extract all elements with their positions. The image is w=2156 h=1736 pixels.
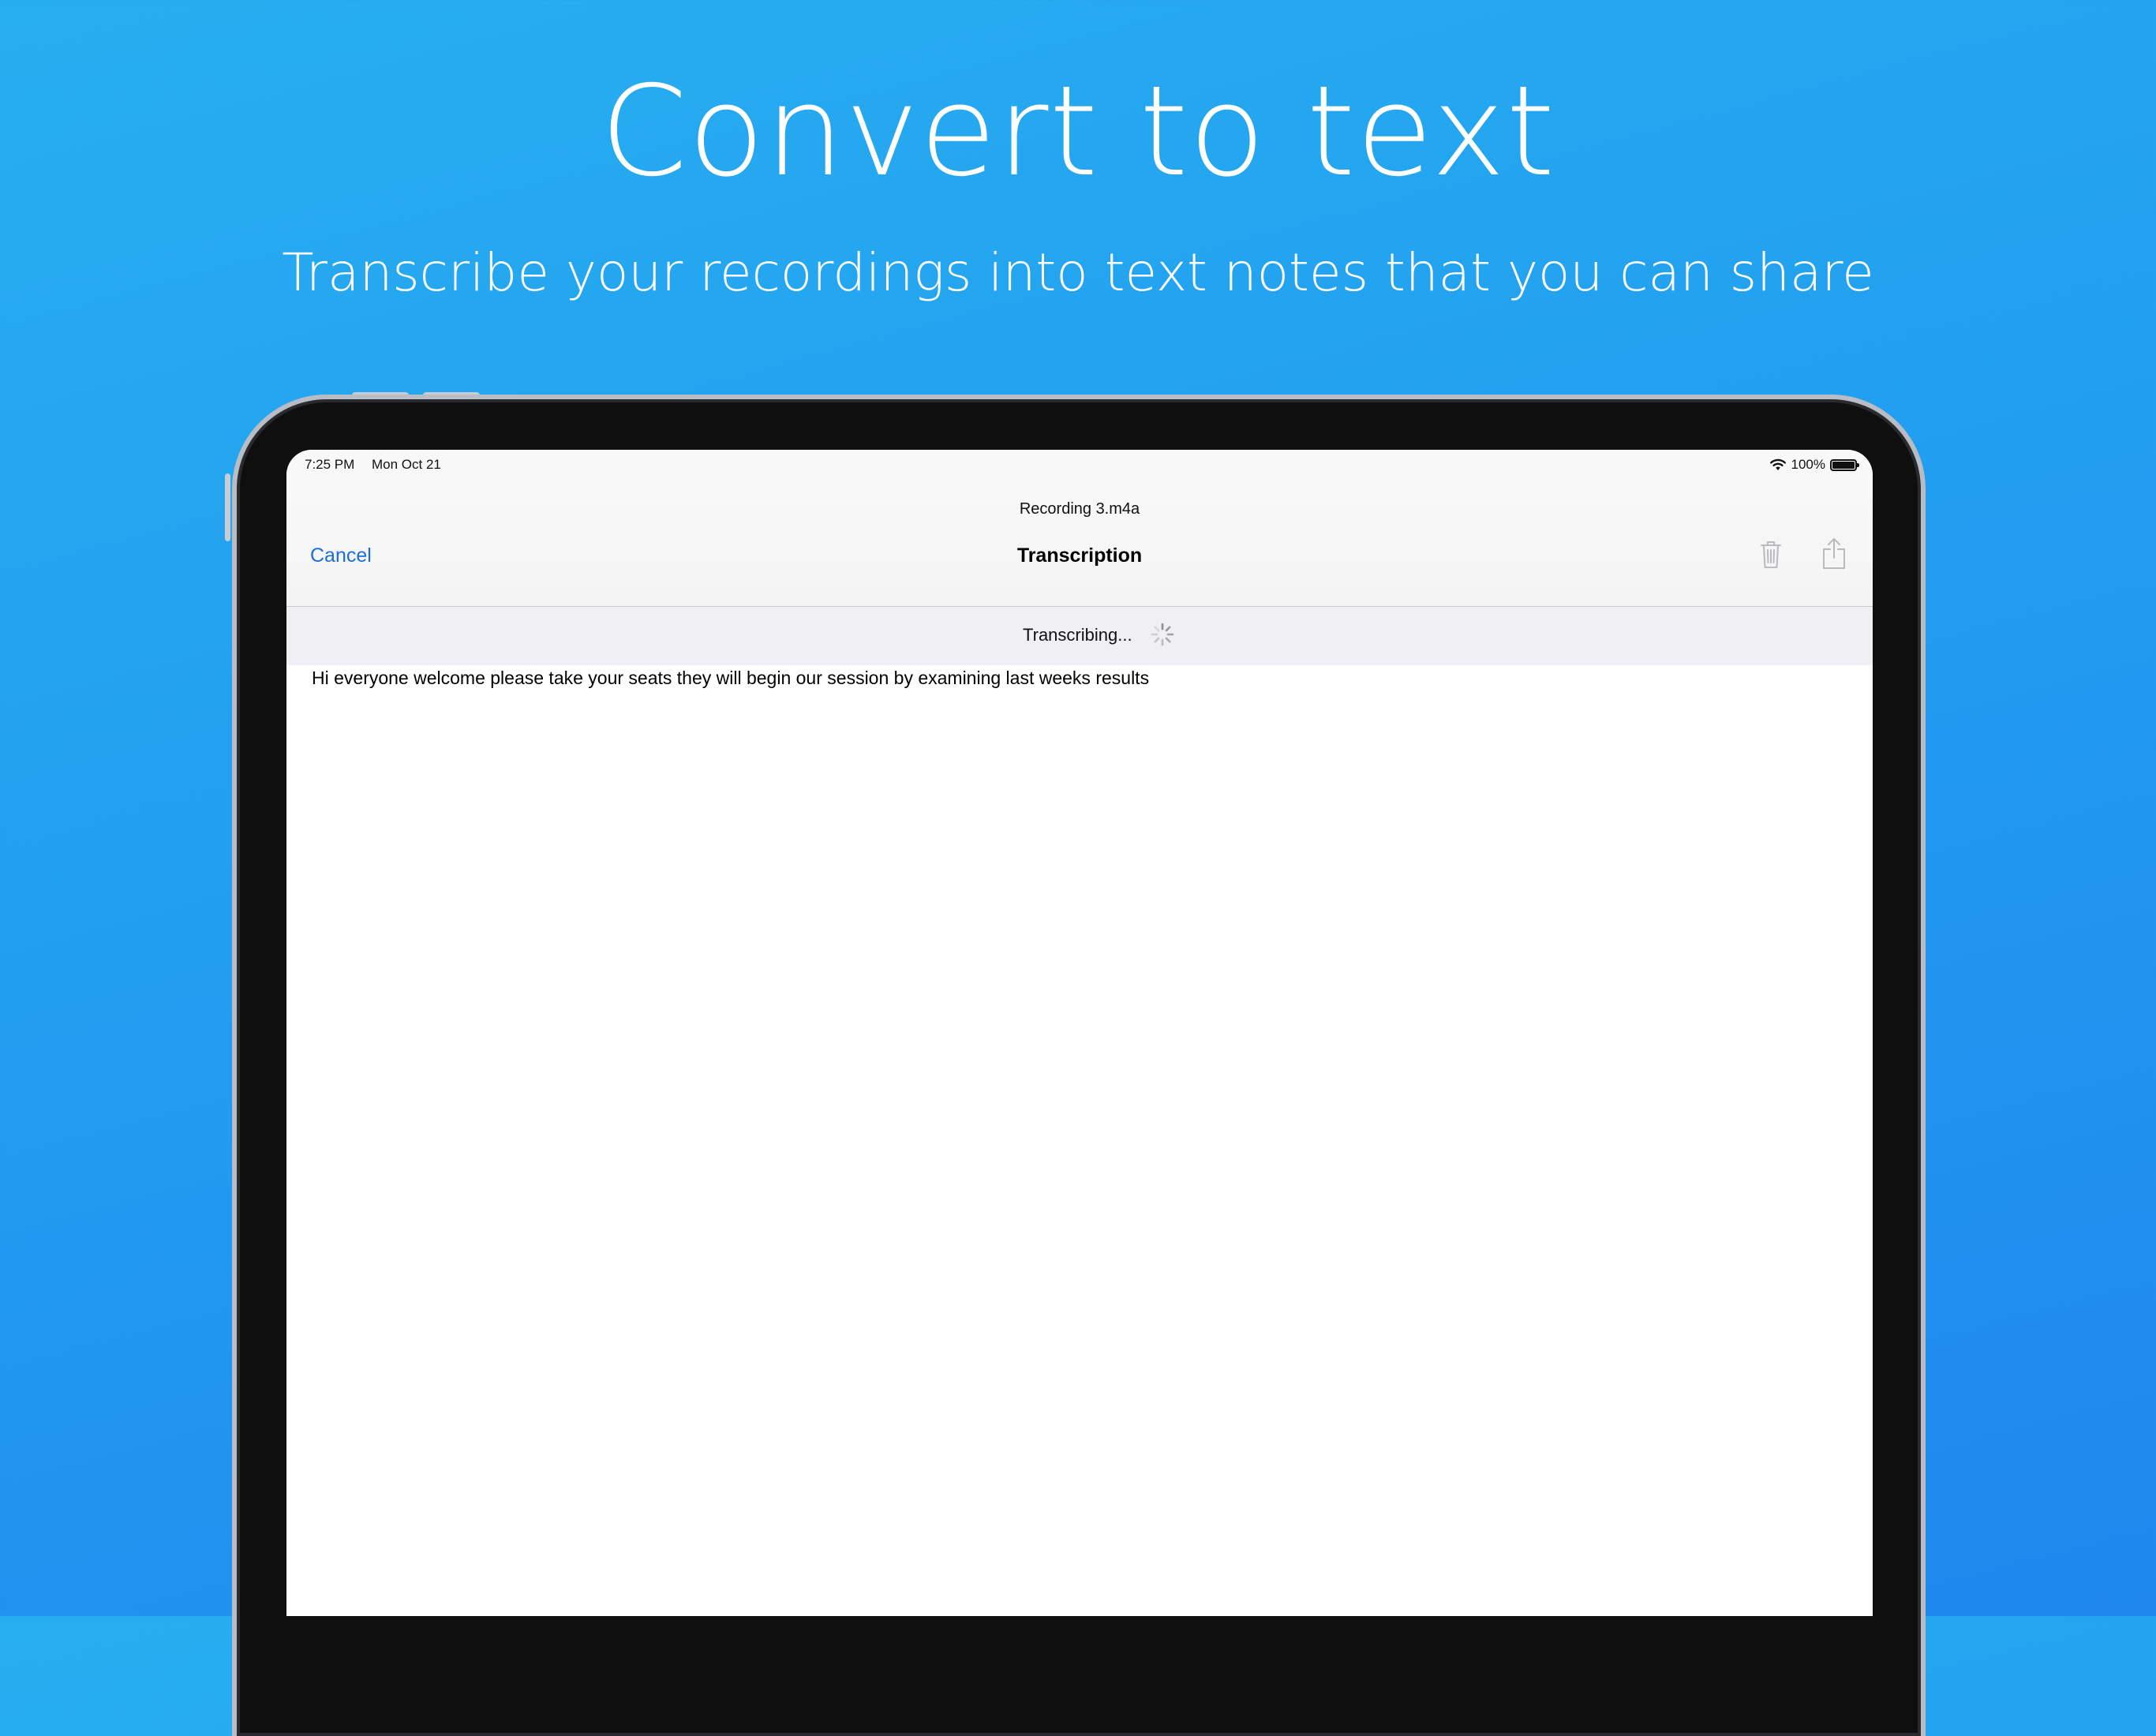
page-title: Transcription <box>1016 544 1143 567</box>
trash-icon[interactable] <box>1759 538 1783 570</box>
power-button <box>225 473 230 541</box>
status-indicators: 100% <box>1769 456 1859 473</box>
progress-label: Transcribing... <box>1023 625 1132 645</box>
status-date: Mon Oct 21 <box>372 457 441 472</box>
subheadline: Transcribe your recordings into text not… <box>282 242 1874 303</box>
wifi-icon <box>1769 458 1786 470</box>
app-screen: 7:25 PM Mon Oct 21 100% Recording 3.m4a … <box>286 450 1873 1616</box>
transcription-progress-bar: Transcribing... <box>286 607 1873 665</box>
status-bar: 7:25 PM Mon Oct 21 100% <box>286 450 1873 481</box>
navigation-bar: Recording 3.m4a Cancel Transcription <box>286 481 1873 607</box>
activity-spinner-icon <box>1151 623 1174 646</box>
battery-percentage: 100% <box>1791 457 1825 472</box>
share-icon[interactable] <box>1821 537 1847 570</box>
recording-filename: Recording 3.m4a <box>1019 500 1140 518</box>
transcript-text[interactable]: Hi everyone welcome please take your sea… <box>312 664 1843 691</box>
battery-icon <box>1830 458 1859 471</box>
headline: Convert to text <box>600 59 1556 204</box>
status-time: 7:25 PM <box>305 457 355 472</box>
